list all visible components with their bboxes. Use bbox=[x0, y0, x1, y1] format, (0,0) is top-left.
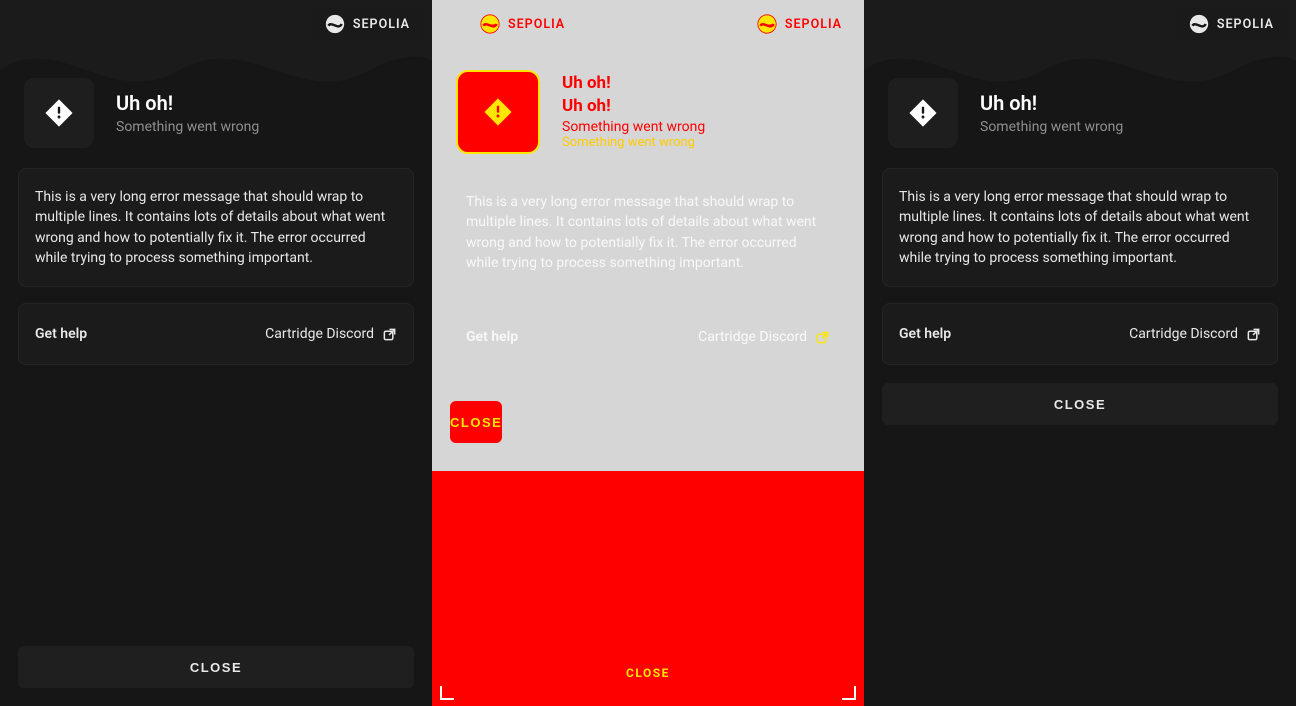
glitch-red-area: CLOSE bbox=[432, 471, 864, 706]
help-label: Get help bbox=[466, 329, 518, 345]
network-icon bbox=[1189, 14, 1209, 34]
close-button[interactable]: CLOSE bbox=[18, 646, 414, 688]
help-card: Get help Cartridge Discord bbox=[450, 307, 846, 367]
network-badge-dup: SEPOLIA bbox=[745, 8, 854, 40]
alert-diamond-icon bbox=[907, 97, 939, 129]
external-link-icon bbox=[382, 327, 397, 342]
error-subtitle: Something went wrong bbox=[980, 119, 1123, 135]
discord-link[interactable]: Cartridge Discord bbox=[1129, 326, 1261, 342]
alert-diamond-icon bbox=[43, 97, 75, 129]
network-badge: SEPOLIA bbox=[313, 8, 422, 40]
network-icon bbox=[480, 14, 500, 34]
error-message: This is a very long error message that s… bbox=[466, 192, 830, 273]
network-icon bbox=[757, 14, 777, 34]
error-panel-variant-2: SEPOLIA SEPOLIA Uh oh! Uh oh! Something bbox=[432, 0, 864, 706]
error-subtitle: Something went wrong bbox=[562, 119, 705, 135]
error-subtitle-dup: Something went wrong bbox=[562, 135, 705, 150]
help-label: Get help bbox=[35, 326, 87, 342]
external-link-icon bbox=[1246, 327, 1261, 342]
alert-diamond-icon bbox=[482, 96, 514, 128]
external-link-icon bbox=[815, 330, 830, 345]
help-card: Get help Cartridge Discord bbox=[882, 303, 1278, 365]
network-badge: SEPOLIA bbox=[1177, 8, 1286, 40]
error-header: Uh oh! Uh oh! Something went wrong Somet… bbox=[432, 70, 864, 154]
error-title: Uh oh! bbox=[116, 91, 259, 115]
error-message-card: This is a very long error message that s… bbox=[882, 168, 1278, 287]
network-badge: SEPOLIA bbox=[468, 8, 577, 40]
network-icon bbox=[325, 14, 345, 34]
discord-link-text: Cartridge Discord bbox=[698, 329, 807, 345]
discord-link[interactable]: Cartridge Discord bbox=[698, 329, 830, 345]
error-message-card: This is a very long error message that s… bbox=[18, 168, 414, 287]
corner-bracket-icon bbox=[842, 686, 856, 700]
corner-bracket-icon bbox=[440, 686, 454, 700]
close-button[interactable]: CLOSE bbox=[450, 401, 502, 443]
error-panel-variant-3: SEPOLIA Uh oh! Something went wrong This… bbox=[864, 0, 1296, 706]
error-icon-box bbox=[888, 78, 958, 148]
discord-link[interactable]: Cartridge Discord bbox=[265, 326, 397, 342]
network-name: SEPOLIA bbox=[785, 17, 842, 32]
network-name: SEPOLIA bbox=[1217, 17, 1274, 32]
error-message: This is a very long error message that s… bbox=[35, 187, 397, 268]
error-title-dup: Uh oh! bbox=[562, 97, 705, 116]
close-button[interactable]: CLOSE bbox=[882, 383, 1278, 425]
error-icon-box bbox=[24, 78, 94, 148]
discord-link-text: Cartridge Discord bbox=[1129, 326, 1238, 342]
error-header: Uh oh! Something went wrong bbox=[864, 78, 1296, 148]
error-title: Uh oh! bbox=[562, 74, 705, 93]
error-header: Uh oh! Something went wrong bbox=[0, 78, 432, 148]
error-icon-box bbox=[456, 70, 540, 154]
help-card: Get help Cartridge Discord bbox=[18, 303, 414, 365]
error-subtitle: Something went wrong bbox=[116, 119, 259, 135]
error-panel-variant-1: SEPOLIA Uh oh! Something went wrong This… bbox=[0, 0, 432, 706]
network-name: SEPOLIA bbox=[353, 17, 410, 32]
error-message: This is a very long error message that s… bbox=[899, 187, 1261, 268]
ghost-close-label: CLOSE bbox=[626, 666, 670, 680]
help-label: Get help bbox=[899, 326, 951, 342]
discord-link-text: Cartridge Discord bbox=[265, 326, 374, 342]
error-message-card: This is a very long error message that s… bbox=[450, 174, 846, 291]
error-title: Uh oh! bbox=[980, 91, 1123, 115]
network-name: SEPOLIA bbox=[508, 17, 565, 32]
